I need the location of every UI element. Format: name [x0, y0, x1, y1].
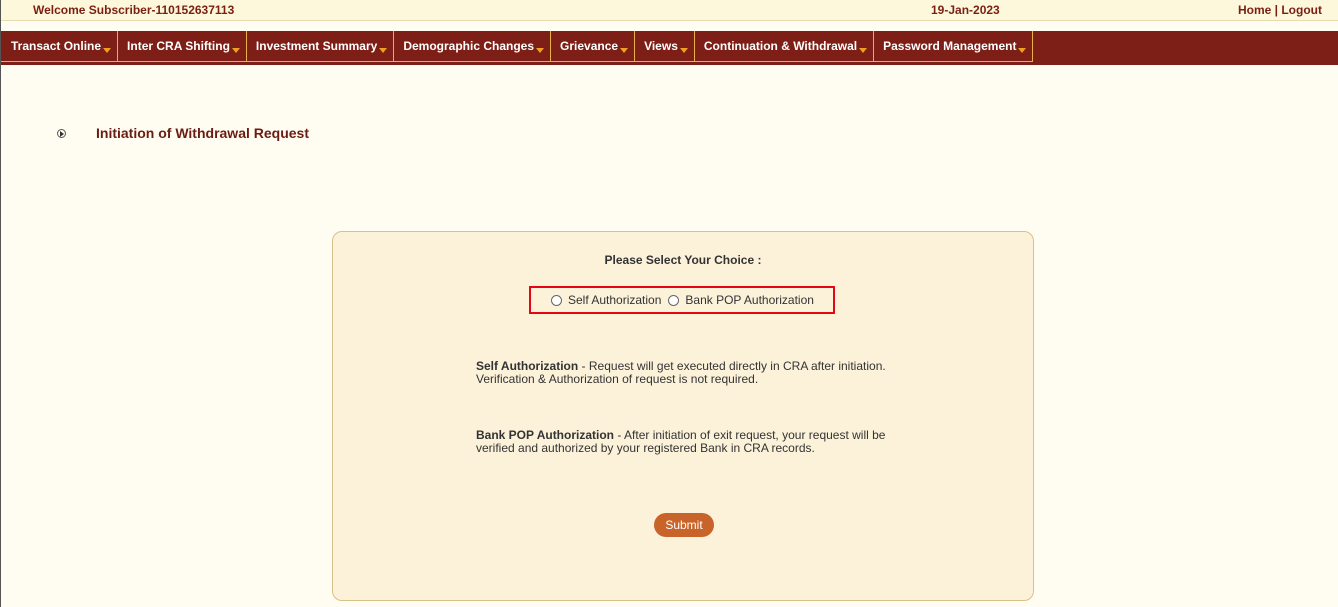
self-authorization-description: Self Authorization - Request will get ex… [476, 360, 916, 386]
nav-item-demographic-changes[interactable]: Demographic Changes [394, 31, 552, 62]
bank-pop-authorization-radio[interactable] [668, 294, 680, 306]
nav-menu: Transact Online Inter CRA Shifting Inves… [1, 31, 1034, 63]
submit-button[interactable]: Submit [654, 513, 714, 537]
logout-link[interactable]: Logout [1281, 3, 1322, 17]
link-separator: | [1271, 3, 1282, 17]
nav-item-label: Password Management [883, 39, 1017, 53]
nav-item-grievance[interactable]: Grievance [551, 31, 636, 62]
caret-down-icon [536, 48, 545, 53]
nav-item-label: Demographic Changes [403, 39, 535, 53]
withdrawal-choice-panel: Please Select Your Choice : Self Authori… [332, 231, 1034, 601]
caret-down-icon [103, 48, 112, 53]
self-authorization-label[interactable]: Self Authorization [568, 293, 661, 307]
caret-down-icon [620, 48, 629, 53]
nav-item-views[interactable]: Views [635, 31, 695, 62]
authorization-options: Self Authorization Bank POP Authorizatio… [529, 286, 835, 314]
top-links: Home | Logout [1238, 3, 1322, 17]
top-bar: Welcome Subscriber-110152637113 19-Jan-2… [1, 0, 1338, 21]
bank-pop-authorization-description: Bank POP Authorization - After initiatio… [476, 429, 916, 455]
nav-item-label: Inter CRA Shifting [127, 39, 230, 53]
nav-item-label: Transact Online [11, 39, 102, 53]
home-link[interactable]: Home [1238, 3, 1271, 17]
choice-label: Please Select Your Choice : [604, 253, 762, 267]
nav-item-continuation-withdrawal[interactable]: Continuation & Withdrawal [694, 31, 875, 62]
caret-down-icon [1018, 48, 1027, 53]
caret-down-icon [679, 48, 688, 53]
description-term: Bank POP Authorization [476, 428, 615, 442]
nav-item-transact-online[interactable]: Transact Online [1, 31, 119, 62]
nav-item-investment-summary[interactable]: Investment Summary [246, 31, 395, 62]
page-title: Initiation of Withdrawal Request [96, 125, 309, 141]
nav-item-label: Grievance [560, 39, 619, 53]
circle-play-icon [57, 128, 66, 138]
current-date: 19-Jan-2023 [931, 3, 1000, 17]
nav-item-label: Investment Summary [255, 39, 378, 53]
bank-pop-authorization-label[interactable]: Bank POP Authorization [685, 293, 814, 307]
nav-item-label: Views [644, 39, 678, 53]
page-heading: Initiation of Withdrawal Request [57, 124, 309, 142]
self-authorization-radio[interactable] [551, 294, 562, 306]
welcome-text: Welcome Subscriber-110152637113 [33, 3, 235, 17]
nav-item-password-management[interactable]: Password Management [874, 31, 1034, 62]
main-nav: Transact Online Inter CRA Shifting Inves… [1, 31, 1338, 65]
caret-down-icon [379, 48, 388, 53]
nav-item-inter-cra-shifting[interactable]: Inter CRA Shifting [118, 31, 247, 62]
caret-down-icon [859, 48, 868, 53]
caret-down-icon [231, 48, 240, 53]
page-frame: Welcome Subscriber-110152637113 19-Jan-2… [0, 0, 1338, 607]
description-term: Self Authorization [476, 359, 579, 373]
nav-item-label: Continuation & Withdrawal [703, 39, 858, 53]
